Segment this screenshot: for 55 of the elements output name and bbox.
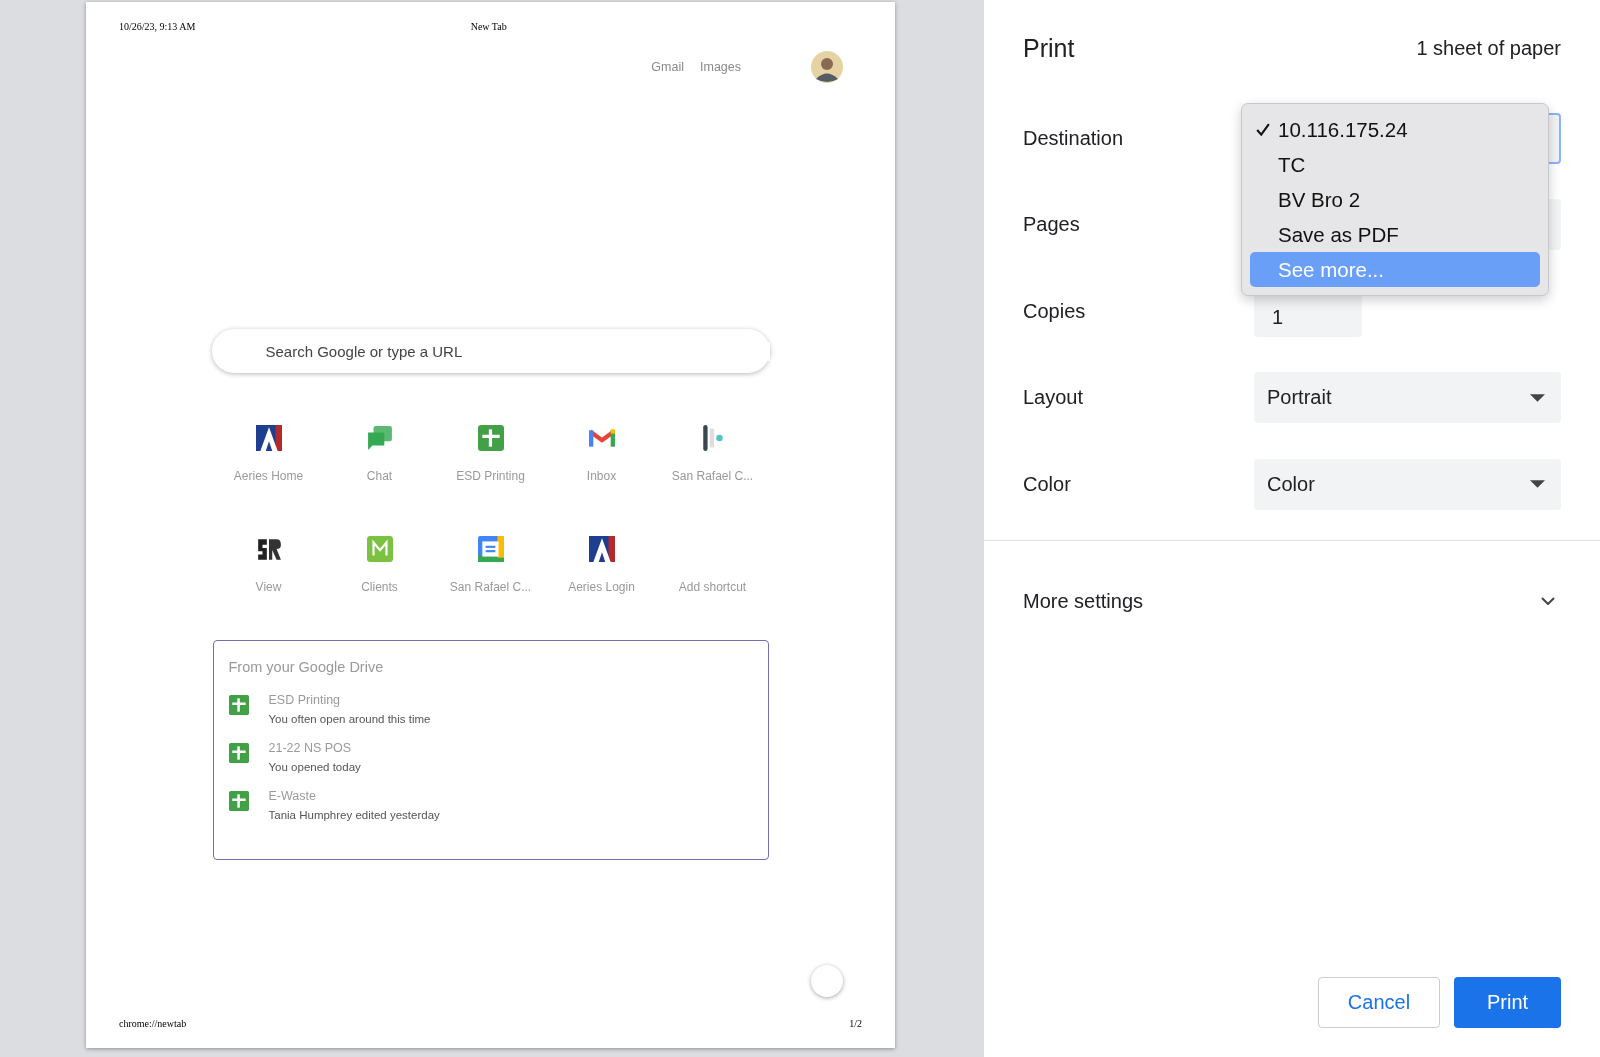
setting-label: Pages (1023, 213, 1081, 237)
file-name[interactable]: 21-22 NS POS (268, 741, 361, 755)
file-detail: You often open around this time (268, 713, 431, 725)
triangle-logo-icon (588, 536, 615, 562)
spreadsheet-icon (477, 425, 504, 451)
page-number: 1/2 (849, 1018, 862, 1029)
cancel-button[interactable]: Cancel (1318, 977, 1440, 1028)
chat-icon (366, 425, 393, 451)
dialog-title: Print (1023, 34, 1075, 63)
menu-item[interactable]: Save as PDF (1250, 217, 1540, 252)
setting-label: Layout (1023, 386, 1085, 410)
calendar-icon (477, 536, 504, 562)
shortcut-tile[interactable]: ESD Printing (435, 413, 546, 505)
file-detail: You opened today (268, 761, 361, 773)
more-settings-row[interactable]: More settings (1023, 589, 1561, 613)
header-date: 10/26/23, 9:13 AM (119, 21, 196, 32)
spreadsheet-icon (228, 743, 249, 763)
menu-item[interactable]: BV Bro 2 (1250, 182, 1540, 217)
spreadsheet-icon (228, 695, 249, 715)
shortcut-tile[interactable]: Aeries Login (546, 524, 657, 616)
shortcut-tile[interactable]: Chat (324, 413, 435, 505)
menu-item[interactable]: See more... (1250, 252, 1540, 287)
shortcut-tile[interactable]: San Rafael C... (435, 524, 546, 616)
file-name[interactable]: ESD Printing (268, 693, 431, 707)
top-link[interactable]: Gmail (651, 60, 684, 74)
shortcut-tile[interactable]: Aeries Home (213, 413, 324, 505)
shortcut-tile[interactable]: Inbox (546, 413, 657, 505)
file-name[interactable]: E-Waste (268, 789, 440, 803)
print-button[interactable]: Print (1454, 977, 1561, 1028)
search-field[interactable]: Search Google or type a URL (211, 329, 770, 373)
app-tile-icon (366, 536, 393, 562)
shortcut-tile[interactable]: Add shortcut (657, 524, 768, 616)
caret-icon (1530, 480, 1545, 489)
top-link[interactable]: Images (700, 60, 741, 74)
shortcut-tile[interactable]: San Rafael C... (657, 413, 768, 505)
shortcut-tile[interactable]: Clients (324, 524, 435, 616)
caret-icon (1530, 393, 1545, 402)
menu-item[interactable]: 10.116.175.24 (1250, 112, 1540, 147)
setting-label: Color (1023, 472, 1072, 496)
dropdown[interactable]: Color (1254, 458, 1561, 510)
avatar-icon[interactable] (811, 51, 843, 83)
card-title: From your Google Drive (228, 659, 385, 675)
header-title: New Tab (470, 21, 507, 32)
dropdown[interactable]: Portrait (1254, 372, 1561, 424)
setting-label: Destination (1023, 126, 1125, 150)
menu-item[interactable]: TC (1250, 147, 1540, 182)
file-detail: Tania Humphrey edited yesterday (268, 809, 440, 821)
spreadsheet-icon (228, 791, 249, 811)
sheet-count: 1 sheet of paper (1416, 37, 1561, 60)
chevron-icon (1541, 597, 1555, 605)
setting-label: Copies (1023, 299, 1087, 323)
footer-url: chrome://newtab (119, 1018, 187, 1029)
logo-icon (255, 536, 282, 562)
shortcut-tile[interactable]: View (213, 524, 324, 616)
triangle-logo-icon (255, 425, 282, 451)
